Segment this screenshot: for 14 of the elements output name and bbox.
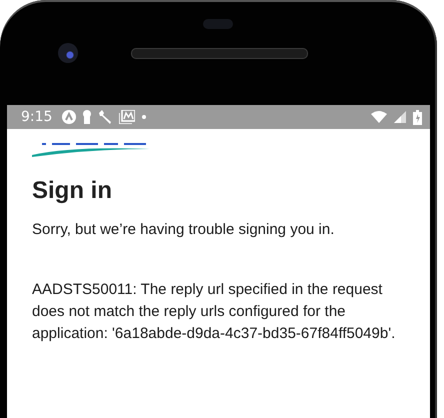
error-details: AADSTS50011: The reply url specified in the request does not match the reply urls configured for the application: '6a18abde-d9da-4c37-bd35-67f84ff5049b'. — [32, 280, 396, 344]
wrench-icon — [98, 110, 112, 124]
status-time: 9:15 — [21, 109, 52, 125]
wifi-icon — [371, 111, 387, 123]
keyhole-icon — [83, 110, 92, 124]
page-title: Sign in — [32, 177, 113, 205]
battery-icon — [413, 110, 422, 124]
image-icon — [119, 110, 136, 124]
circle-a-icon — [62, 110, 76, 124]
earpiece — [203, 19, 233, 29]
error-message: Sorry, but we’re having trouble signing you in. — [32, 220, 336, 240]
signal-icon — [394, 111, 406, 123]
dot-icon — [142, 115, 146, 119]
camera — [58, 43, 78, 63]
